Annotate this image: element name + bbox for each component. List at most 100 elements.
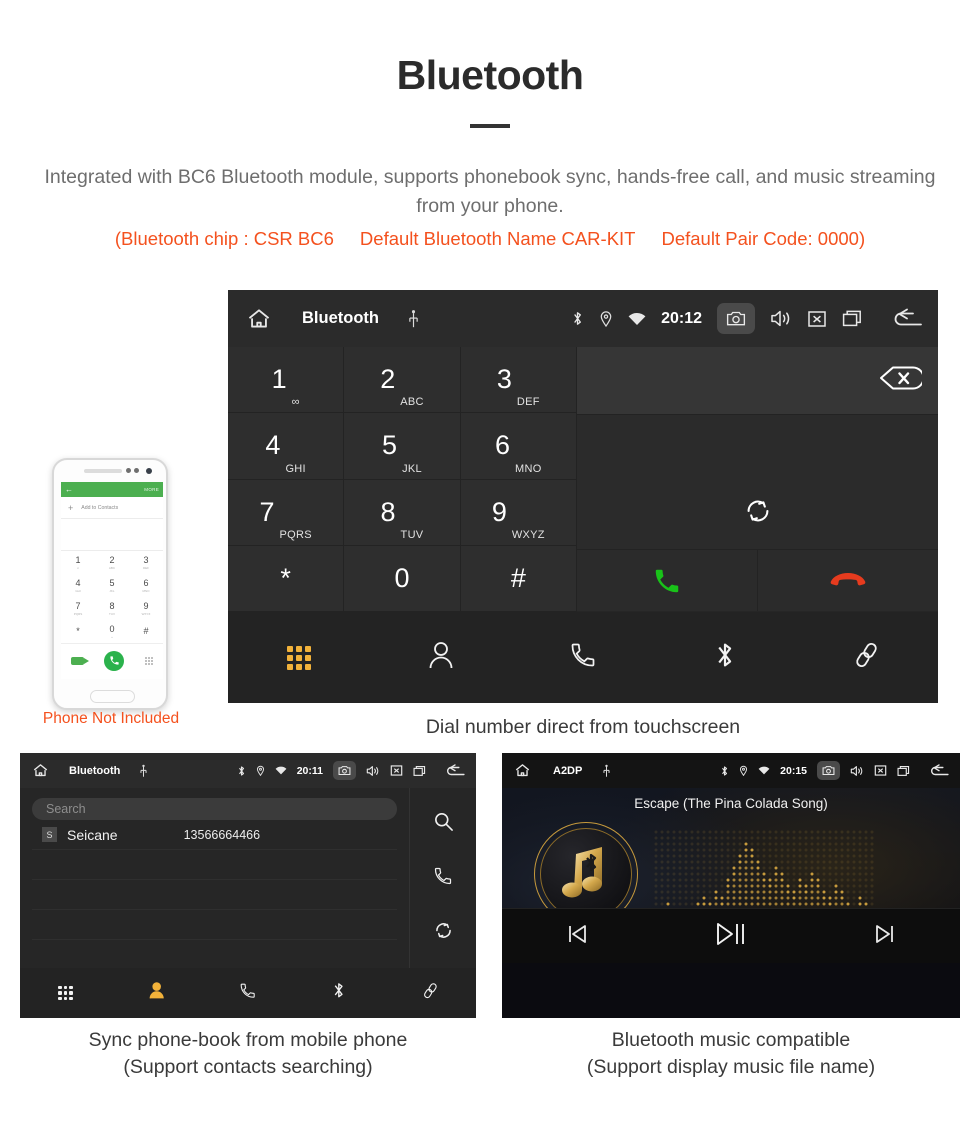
wifi-icon xyxy=(758,766,770,775)
dial-key-letters: DEF xyxy=(516,396,540,409)
phone-mock-key: 5 JKL xyxy=(95,574,129,597)
dial-key-letters: PQRS xyxy=(279,528,312,541)
phone-mock-key-digit: 1 xyxy=(75,554,81,565)
dial-key-hash[interactable]: # xyxy=(460,545,577,612)
dial-key-letters: GHI xyxy=(285,462,306,475)
call-button[interactable] xyxy=(577,550,758,611)
close-box-icon[interactable] xyxy=(874,764,887,777)
dial-key-digit: # xyxy=(510,562,526,593)
recents-icon[interactable] xyxy=(842,309,864,328)
phonebook-caption-line1: Sync phone-book from mobile phone xyxy=(88,1029,408,1051)
dial-key-1[interactable]: 1 ∞ xyxy=(228,347,345,414)
home-icon[interactable] xyxy=(514,762,531,779)
page-title: Bluetooth xyxy=(396,52,584,98)
dialer-clock: 20:12 xyxy=(661,309,702,327)
home-icon[interactable] xyxy=(32,762,49,779)
music-statusbar: A2DP 20:15 xyxy=(502,753,960,788)
close-box-icon[interactable] xyxy=(390,764,403,777)
back-arrow-icon[interactable] xyxy=(928,763,950,778)
plus-icon: + xyxy=(68,502,74,513)
dial-key-3[interactable]: 3 DEF xyxy=(460,347,577,414)
navbar-bluetooth[interactable] xyxy=(294,981,385,1005)
dial-key-letters: ABC xyxy=(400,396,424,409)
spec-pair: Default Pair Code: 0000) xyxy=(661,228,866,249)
spec-chip: (Bluetooth chip : CSR BC6 xyxy=(114,228,334,249)
dial-key-9[interactable]: 9 WXYZ xyxy=(460,479,577,546)
phone-mock-key: 9 WXYZ xyxy=(129,597,163,620)
navbar-contacts[interactable] xyxy=(370,640,512,675)
music-caption-line1: Bluetooth music compatible xyxy=(611,1029,851,1051)
dial-key-digit: 9 xyxy=(491,496,507,527)
play-pause-icon[interactable] xyxy=(714,920,748,953)
back-arrow-icon[interactable] xyxy=(890,308,924,330)
call-icon[interactable] xyxy=(433,866,453,891)
dial-key-8[interactable]: 8 TUV xyxy=(344,479,461,546)
dial-key-star[interactable]: * xyxy=(228,545,345,612)
dial-key-5[interactable]: 5 JKL xyxy=(344,413,461,480)
navbar-link[interactable] xyxy=(385,982,476,1004)
phone-mock-key-digit: 9 xyxy=(143,600,149,611)
phone-call-button xyxy=(104,650,125,671)
keypad-icon xyxy=(58,985,74,1001)
voicemail-icon xyxy=(71,656,90,665)
dial-key-digit: 2 xyxy=(380,364,396,395)
backspace-icon[interactable] xyxy=(878,365,925,397)
bluetooth-icon xyxy=(720,765,729,777)
navbar-keypad[interactable] xyxy=(228,645,370,670)
phone-number-area xyxy=(61,519,163,551)
navbar-call-log[interactable] xyxy=(512,641,654,674)
phone-disclaimer: Phone Not Included xyxy=(42,710,180,727)
sync-icon[interactable] xyxy=(743,496,773,531)
search-input[interactable]: Search xyxy=(32,798,397,820)
navbar-call-log[interactable] xyxy=(202,982,293,1004)
camera-icon[interactable] xyxy=(817,761,840,780)
spec-name: Default Bluetooth Name CAR-KIT xyxy=(359,228,636,249)
close-box-icon[interactable] xyxy=(807,309,827,329)
navbar-keypad[interactable] xyxy=(20,985,111,1001)
camera-icon[interactable] xyxy=(717,303,755,334)
bluetooth-icon xyxy=(571,310,584,327)
dial-key-4[interactable]: 4 GHI xyxy=(228,413,345,480)
phone-mock-key: 4 GHI xyxy=(61,574,95,597)
volume-icon[interactable] xyxy=(850,765,864,777)
navbar-contacts[interactable] xyxy=(111,981,202,1005)
phone-mock-key-letters: + xyxy=(111,634,113,639)
bluetooth-icon xyxy=(714,640,736,675)
volume-icon[interactable] xyxy=(770,309,792,328)
dialer-call-row xyxy=(577,550,938,611)
camera-icon[interactable] xyxy=(333,761,356,780)
phone-front-camera xyxy=(146,468,152,474)
phonebook-list-area: Search S Seicane 13566664466 xyxy=(20,788,410,968)
dial-key-7[interactable]: 7 PQRS xyxy=(228,479,345,546)
back-arrow-icon[interactable] xyxy=(444,763,466,778)
volume-icon[interactable] xyxy=(366,765,380,777)
dial-key-0[interactable]: 0 xyxy=(344,545,461,612)
next-track-icon[interactable] xyxy=(872,922,898,951)
navbar-link[interactable] xyxy=(796,641,938,674)
phonebook-statusbar: Bluetooth 20:11 xyxy=(20,753,476,788)
sync-icon[interactable] xyxy=(433,920,454,946)
phone-mock-key: 0 + xyxy=(95,620,129,643)
contact-row[interactable]: S Seicane 13566664466 xyxy=(32,820,397,850)
phonebook-caption-line2: (Support contacts searching) xyxy=(123,1056,373,1078)
dial-key-2[interactable]: 2 ABC xyxy=(344,347,461,414)
usb-icon xyxy=(602,764,611,778)
phone-more-label: MORE xyxy=(144,487,159,492)
call-log-icon xyxy=(239,982,256,1004)
dial-key-6[interactable]: 6 MNO xyxy=(460,413,577,480)
number-display[interactable] xyxy=(577,347,938,415)
navbar-bluetooth[interactable] xyxy=(654,640,796,675)
search-icon[interactable] xyxy=(433,811,454,837)
home-icon[interactable] xyxy=(246,306,272,332)
previous-track-icon[interactable] xyxy=(564,922,590,951)
location-icon xyxy=(599,310,613,327)
recents-icon[interactable] xyxy=(897,765,911,777)
link-icon xyxy=(853,641,881,674)
search-placeholder: Search xyxy=(46,802,86,816)
location-icon xyxy=(256,765,265,776)
phone-mock-key-letters: WXYZ xyxy=(141,611,151,616)
hangup-button[interactable] xyxy=(758,550,938,611)
recents-icon[interactable] xyxy=(413,765,427,777)
dial-key-digit: * xyxy=(280,562,291,593)
phone-mock-key-digit: 0 xyxy=(109,623,115,634)
